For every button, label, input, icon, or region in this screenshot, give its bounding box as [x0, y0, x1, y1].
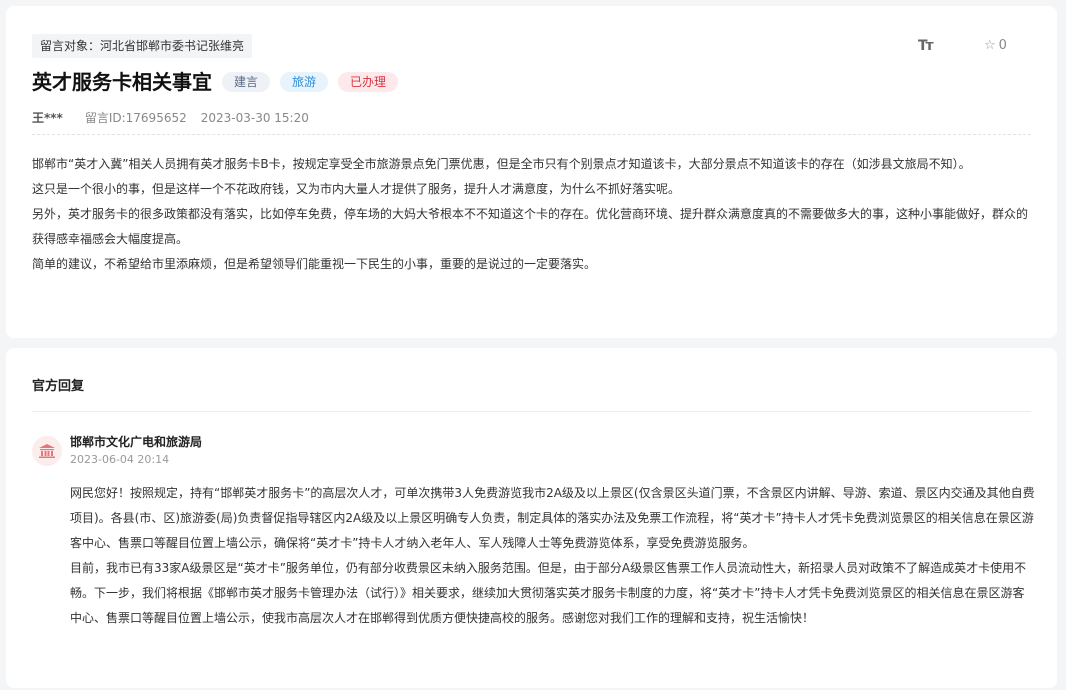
- reply-paragraph: 网民您好！按照规定，持有“邯郸英才服务卡”的高层次人才，可单次携带3人免费游览我…: [70, 486, 1035, 550]
- message-paragraph: 这只是一个很小的事，但是这样一个不花政府钱，又为市内大量人才提供了服务，提升人才…: [32, 182, 681, 196]
- reply-org: 邯郸市文化广电和旅游局 2023-06-04 20:14: [32, 433, 202, 469]
- reply-paragraph: 目前，我市已有33家A级景区是“英才卡”服务单位，仍有部分收费景区未纳入服务范围…: [70, 561, 1027, 625]
- message-meta: 王*** 留言ID:17695652 2023-03-30 15:20: [32, 109, 309, 127]
- tag-suggestion: 建言: [222, 72, 271, 92]
- message-datetime: 2023-03-30 15:20: [200, 111, 309, 125]
- font-size-icon[interactable]: Tт: [918, 38, 934, 54]
- divider: [32, 411, 1031, 412]
- reply-content: 网民您好！按照规定，持有“邯郸英才服务卡”的高层次人才，可单次携带3人免费游览我…: [70, 481, 1035, 631]
- star-icon: ☆: [984, 38, 996, 53]
- title-row: 英才服务卡相关事宜 建言 旅游 已办理: [32, 68, 399, 96]
- message-author: 王***: [32, 111, 63, 125]
- reply-heading: 官方回复: [32, 379, 85, 394]
- reply-org-name: 邯郸市文化广电和旅游局: [70, 435, 203, 449]
- message-card: 留言对象：河北省邯郸市委书记张维亮 Tт ☆ 0 英才服务卡相关事宜 建言 旅游 …: [6, 6, 1057, 338]
- favorite-button[interactable]: ☆ 0: [984, 38, 1007, 53]
- tag-tourism: 旅游: [280, 72, 329, 92]
- government-building-icon: [32, 436, 62, 466]
- message-content: 邯郸市“英才入冀”相关人员拥有英才服务卡B卡，按规定享受全市旅游景点免门票优惠，…: [32, 152, 1032, 277]
- message-title: 英才服务卡相关事宜: [32, 70, 212, 94]
- message-id: 留言ID:17695652: [84, 111, 187, 125]
- message-target-tag: 留言对象：河北省邯郸市委书记张维亮: [32, 34, 253, 58]
- divider: [32, 134, 1031, 135]
- tag-status-handled: 已办理: [338, 72, 399, 92]
- official-reply-card: 官方回复 邯郸市文化广电和旅游局 2023-06-04 20:14 网民您好！按…: [6, 348, 1057, 688]
- favorite-count: 0: [998, 38, 1007, 53]
- message-paragraph: 简单的建议，不希望给市里添麻烦，但是希望领导们能重视一下民生的小事，重要的是说过…: [32, 257, 597, 271]
- message-paragraph: 邯郸市“英才入冀”相关人员拥有英才服务卡B卡，按规定享受全市旅游景点免门票优惠，…: [32, 157, 971, 171]
- reply-datetime: 2023-06-04 20:14: [70, 453, 170, 466]
- message-paragraph: 另外，英才服务卡的很多政策都没有落实，比如停车免费，停车场的大妈大爷根本不不知道…: [32, 207, 1029, 246]
